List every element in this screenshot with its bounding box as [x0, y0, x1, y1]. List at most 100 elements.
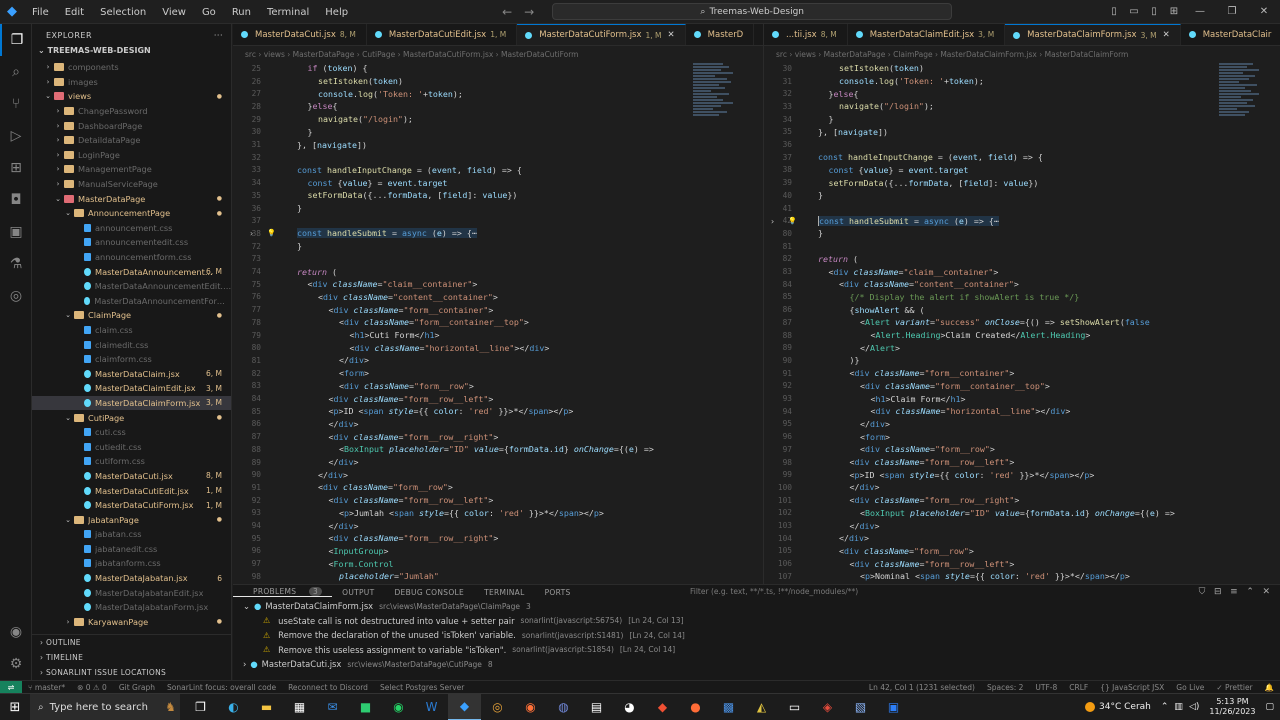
code-line[interactable]: 73: [233, 253, 763, 266]
tree-folder[interactable]: › ChangePassword: [32, 104, 231, 119]
tree-file[interactable]: claimedit.css: [32, 337, 231, 352]
tree-folder[interactable]: ⌄ AnnouncementPage ●: [32, 206, 231, 221]
code-line[interactable]: 42 › 💡 const handleSubmit = async (e) => {⋯: [764, 214, 1280, 227]
problem-item[interactable]: ⚠ Remove the declaration of the unused '…: [233, 628, 1280, 643]
breadcrumb[interactable]: src › views › MasterDataPage › ClaimPage…: [764, 46, 1280, 62]
account-icon[interactable]: ◉: [0, 616, 32, 648]
problems-file-row[interactable]: ⌄ ● MasterDataClaimForm.jsx src\views\Ma…: [233, 599, 1280, 614]
source-control-icon[interactable]: ⑂: [0, 88, 32, 120]
code-line[interactable]: 37 const handleInputChange = (event, fiel…: [764, 151, 1280, 164]
network-icon[interactable]: ▥: [1174, 702, 1183, 712]
menu-edit[interactable]: Edit: [57, 7, 92, 18]
code-line[interactable]: 94 </div>: [233, 519, 763, 532]
editor-tab[interactable]: MasterDataCutiEdit.jsx 1, M: [367, 24, 518, 45]
code-line[interactable]: 33 navigate("/login");: [764, 100, 1280, 113]
close-tab-icon[interactable]: ✕: [1163, 30, 1170, 40]
code-line[interactable]: 92 <div className="form__row__left">: [233, 494, 763, 507]
code-line[interactable]: 30}: [233, 126, 763, 139]
layout-sidebar-icon[interactable]: ▯: [1104, 6, 1124, 17]
editor-tab[interactable]: MasterDataCuti.jsx 8, M: [233, 24, 367, 45]
status-eol[interactable]: CRLF: [1063, 683, 1094, 692]
code-line[interactable]: 33 const handleInputChange = (event, fiel…: [233, 164, 763, 177]
problem-item[interactable]: ⚠ useState call is not destructured into…: [233, 614, 1280, 629]
minimize-icon[interactable]: —: [1184, 6, 1216, 17]
code-line[interactable]: 97 <div className="form__row">: [764, 443, 1280, 456]
code-line[interactable]: 86 </div>: [233, 418, 763, 431]
tree-file[interactable]: cutiform.css: [32, 454, 231, 469]
code-line[interactable]: 96 <form>: [764, 430, 1280, 443]
code-line[interactable]: 93 <p>Jumlah <span style={{ color: 'red' …: [233, 507, 763, 520]
forward-arrow-icon[interactable]: →: [518, 5, 540, 19]
weather-widget[interactable]: 34°C Cerah: [1085, 702, 1151, 712]
code-line[interactable]: 104 </div>: [764, 532, 1280, 545]
menu-help[interactable]: Help: [317, 7, 356, 18]
status-language[interactable]: {} JavaScript JSX: [1094, 683, 1170, 692]
status-indentation[interactable]: Spaces: 2: [981, 683, 1029, 692]
sonarlint-icon[interactable]: ◎: [0, 280, 32, 312]
testing-icon[interactable]: ⚗: [0, 248, 32, 280]
windows-start-icon[interactable]: ⊞: [0, 700, 30, 715]
app-blue-icon[interactable]: ▩: [712, 694, 745, 720]
editor-tab[interactable]: MasterDataCutiForm.jsx 1, M ✕: [517, 24, 686, 45]
lightbulb-icon[interactable]: 💡: [267, 229, 276, 237]
code-line[interactable]: 91 <div className="form__container">: [764, 367, 1280, 380]
notes-icon[interactable]: ▧: [844, 694, 877, 720]
postman-icon[interactable]: ●: [679, 694, 712, 720]
code-line[interactable]: 88 <Alert.Heading>Claim Created</Alert.He…: [764, 329, 1280, 342]
settings-gear-icon[interactable]: ⚙: [0, 648, 32, 680]
editor-tab[interactable]: MasterDataClaimEdit.jsx 3, M: [848, 24, 1006, 45]
close-icon[interactable]: ✕: [1248, 6, 1280, 17]
sonarlint-issues-section[interactable]: › SONARLINT ISSUE LOCATIONS: [32, 665, 231, 680]
status-encoding[interactable]: UTF-8: [1029, 683, 1063, 692]
tab-debug-console[interactable]: DEBUG CONSOLE: [384, 588, 474, 597]
layout-panel-icon[interactable]: ▭: [1124, 6, 1144, 17]
close-panel-icon[interactable]: ✕: [1262, 587, 1270, 597]
code-line[interactable]: 83 <div className="form__row">: [233, 380, 763, 393]
tree-file[interactable]: MasterDataCuti.jsx 8, M: [32, 469, 231, 484]
project-root[interactable]: ⌄ TREEMAS-WEB-DESIGN: [32, 46, 231, 60]
code-line[interactable]: 32: [233, 151, 763, 164]
status-sonarlint[interactable]: SonarLint focus: overall code: [161, 683, 282, 692]
tree-folder[interactable]: ⌄ JabatanPage ●: [32, 512, 231, 527]
tray-chevron-icon[interactable]: ⌃: [1161, 702, 1169, 712]
code-line[interactable]: 85 {/* Display the alert if showAlert is …: [764, 291, 1280, 304]
blue-square-icon[interactable]: ▣: [877, 694, 910, 720]
store-icon[interactable]: ▦: [283, 694, 316, 720]
code-line[interactable]: 40}: [764, 189, 1280, 202]
word-icon[interactable]: W: [415, 694, 448, 720]
code-line[interactable]: 39 setFormData({...formData, [field]: val…: [764, 176, 1280, 189]
red-app-icon[interactable]: ◈: [811, 694, 844, 720]
menu-selection[interactable]: Selection: [92, 7, 154, 18]
tree-file[interactable]: MasterDataClaimEdit.jsx 3, M: [32, 381, 231, 396]
yellow-app-icon[interactable]: ◭: [745, 694, 778, 720]
more-actions-icon[interactable]: ···: [214, 31, 231, 40]
code-line[interactable]: 76 <div className="content__container">: [233, 291, 763, 304]
tree-file[interactable]: claim.css: [32, 323, 231, 338]
tree-file[interactable]: MasterDataCutiForm.jsx 1, M: [32, 498, 231, 513]
extensions-icon[interactable]: ⊞: [0, 152, 32, 184]
status-postgres[interactable]: Select Postgres Server: [374, 683, 470, 692]
tree-file[interactable]: announcementedit.css: [32, 235, 231, 250]
editor-tab[interactable]: MasterD: [686, 24, 755, 45]
code-line[interactable]: 90)}: [764, 354, 1280, 367]
collapse-all-icon[interactable]: ⊟: [1214, 587, 1222, 597]
remote-explorer-icon[interactable]: ▣: [0, 216, 32, 248]
code-line[interactable]: 34}: [764, 113, 1280, 126]
tree-folder[interactable]: › images: [32, 75, 231, 90]
mail-icon[interactable]: ✉: [316, 694, 349, 720]
maximize-panel-icon[interactable]: ⌃: [1246, 587, 1254, 597]
firefox-icon[interactable]: ◉: [514, 694, 547, 720]
layout-custom-icon[interactable]: ⊞: [1164, 6, 1184, 17]
notifications-bell-icon[interactable]: 🔔: [1259, 683, 1280, 692]
code-line[interactable]: 90 </div>: [233, 468, 763, 481]
tree-file[interactable]: MasterDataClaimForm.jsx 3, M: [32, 395, 231, 411]
layout-secondary-icon[interactable]: ▯: [1144, 6, 1164, 17]
code-line[interactable]: 81: [764, 240, 1280, 253]
code-line[interactable]: 82 <form>: [233, 367, 763, 380]
code-line[interactable]: 88 <BoxInput placeholder="ID" value={form…: [233, 443, 763, 456]
outline-section[interactable]: › OUTLINE: [32, 635, 231, 650]
code-line[interactable]: 97 <Form.Control: [233, 557, 763, 570]
discord-icon[interactable]: ◍: [547, 694, 580, 720]
tree-folder[interactable]: ⌄ CutiPage ●: [32, 410, 231, 425]
tree-file[interactable]: cuti.css: [32, 425, 231, 440]
